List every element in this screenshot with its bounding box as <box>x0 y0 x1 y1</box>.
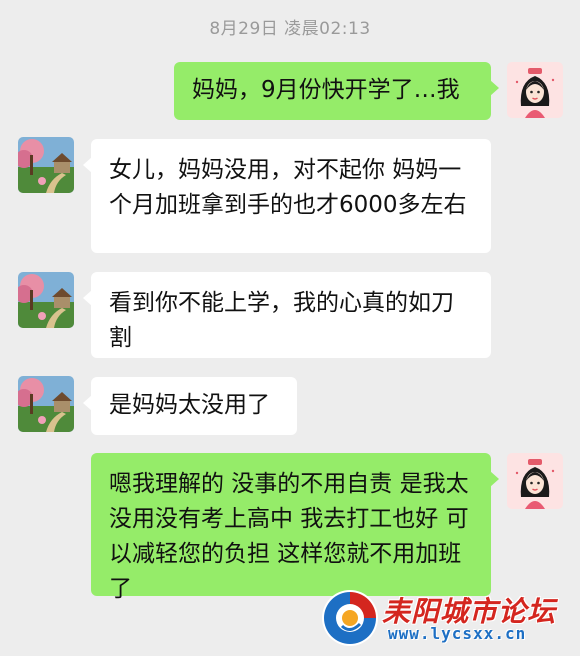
girl-avatar-icon <box>507 62 563 118</box>
garden-avatar-icon <box>18 376 74 432</box>
message-bubble-received[interactable]: 女儿，妈妈没用，对不起你 妈妈一个月加班拿到手的也才6000多左右 <box>83 139 491 253</box>
message-bubble-sent[interactable]: 嗯我理解的 没事的不用自责 是我太没用没有考上高中 我去打工也好 可以减轻您的负… <box>91 453 499 602</box>
chat-timestamp: 8月29日 凌晨02:13 <box>209 19 371 39</box>
forum-watermark: 耒阳城市论坛 www.lycsxx.cn <box>320 588 575 648</box>
message-bubble-received[interactable]: 看到你不能上学，我的心真的如刀割 <box>83 272 491 358</box>
mom-avatar[interactable] <box>18 137 74 193</box>
mom-avatar[interactable] <box>18 272 74 328</box>
garden-avatar-icon <box>18 272 74 328</box>
forum-logo-icon <box>322 590 378 646</box>
my-avatar[interactable] <box>507 453 563 509</box>
my-avatar[interactable] <box>507 62 563 118</box>
message-bubble-received[interactable]: 是妈妈太没用了 <box>83 377 297 435</box>
garden-avatar-icon <box>18 137 74 193</box>
girl-avatar-icon <box>507 453 563 509</box>
message-bubble-sent[interactable]: 妈妈，9月份快开学了…我 <box>174 62 499 120</box>
forum-url: www.lycsxx.cn <box>388 624 527 643</box>
mom-avatar[interactable] <box>18 376 74 432</box>
